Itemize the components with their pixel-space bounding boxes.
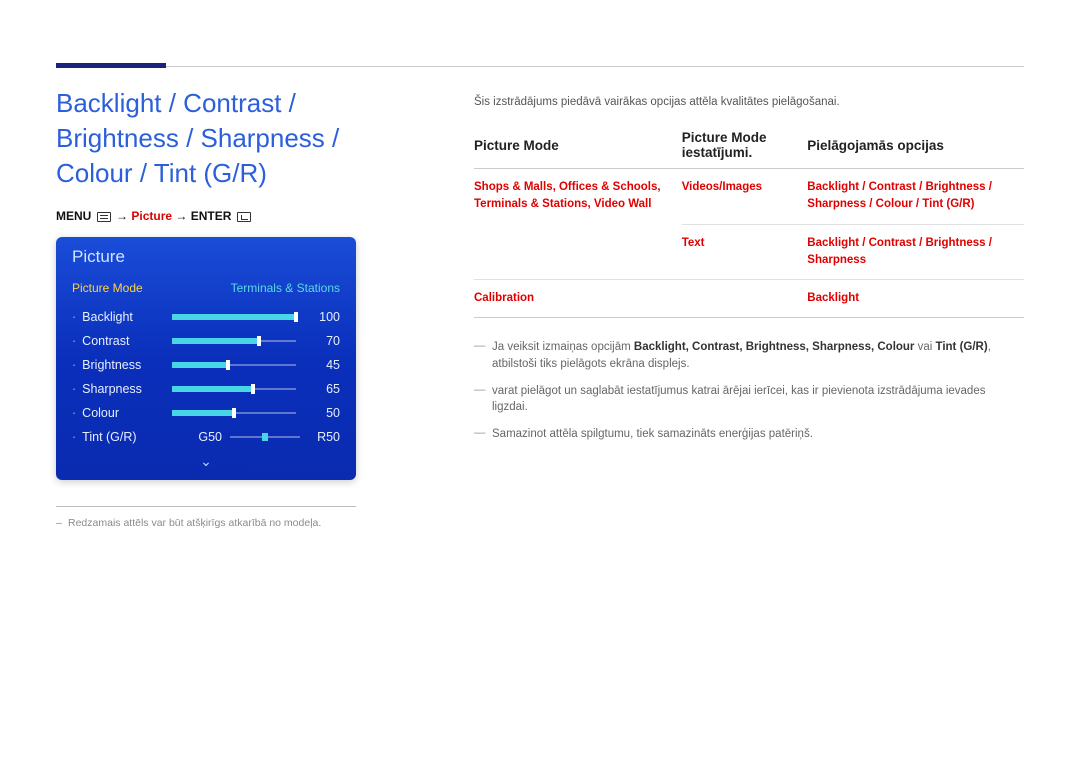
th-settings: Picture Mode iestatījumi.	[682, 130, 808, 169]
menu-path: MENU → Picture → ENTER	[56, 209, 404, 223]
brightness-slider[interactable]	[172, 361, 296, 369]
cell-videos-images: Videos/Images	[682, 169, 808, 225]
tint-slider[interactable]	[230, 433, 300, 441]
colour-slider[interactable]	[172, 409, 296, 417]
cell-adjustable-2: Backlight / Contrast / Brightness / Shar…	[807, 224, 1024, 280]
backlight-row[interactable]: ·Backlight100	[56, 305, 356, 329]
page-title: Backlight / Contrast / Brightness / Shar…	[56, 86, 404, 191]
th-adjustable: Pielāgojamās opcijas	[807, 130, 1024, 169]
sharpness-row[interactable]: ·Sharpness65	[56, 377, 356, 401]
contrast-slider[interactable]	[172, 337, 296, 345]
picture-mode-label: Picture Mode	[72, 281, 143, 295]
cell-calibration: Calibration	[474, 280, 682, 318]
cell-adjustable-3: Backlight	[807, 280, 1024, 318]
backlight-slider[interactable]	[172, 313, 296, 321]
tint-row[interactable]: · Tint (G/R) G50 R50	[56, 425, 356, 449]
chevron-down-icon[interactable]: ⌄	[56, 449, 356, 480]
osd-header: Picture	[56, 237, 356, 275]
cell-text: Text	[682, 224, 808, 280]
colour-row[interactable]: ·Colour50	[56, 401, 356, 425]
enter-icon	[237, 212, 251, 222]
options-table: Picture Mode Picture Mode iestatījumi. P…	[474, 130, 1024, 318]
intro-text: Šis izstrādājums piedāvā vairākas opcija…	[474, 96, 1024, 108]
brightness-row[interactable]: ·Brightness45	[56, 353, 356, 377]
th-picture-mode: Picture Mode	[474, 130, 682, 169]
sharpness-slider[interactable]	[172, 385, 296, 393]
cell-modes-group: Shops & Malls, Offices & Schools, Termin…	[474, 169, 682, 280]
contrast-row[interactable]: ·Contrast70	[56, 329, 356, 353]
menu-icon	[97, 212, 111, 222]
image-disclaimer: Redzamais attēls var būt atšķirīgs atkar…	[56, 517, 404, 529]
notes-list: Ja veiksit izmaiņas opcijām Backlight, C…	[474, 334, 1024, 447]
picture-mode-value[interactable]: Terminals & Stations	[231, 281, 340, 295]
picture-osd-panel: Picture Picture Mode Terminals & Station…	[56, 237, 356, 480]
cell-adjustable-1: Backlight / Contrast / Brightness / Shar…	[807, 169, 1024, 225]
